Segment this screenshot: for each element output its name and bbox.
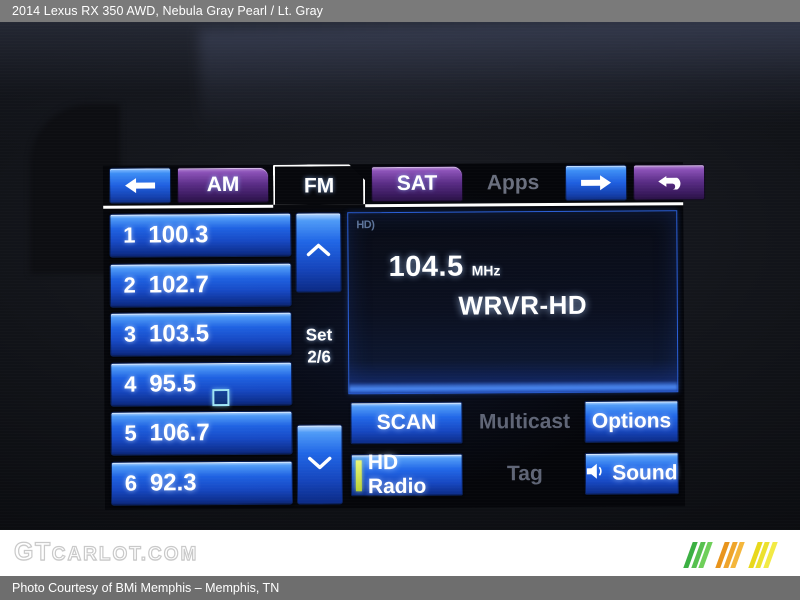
preset-button-2[interactable]: 2 102.7 [109, 262, 292, 308]
preset-number: 3 [123, 321, 137, 347]
preset-button-1[interactable]: 1 100.3 [109, 212, 292, 258]
logo-group-orange [715, 542, 753, 568]
preset-page-up-button[interactable] [295, 212, 342, 293]
scan-label: SCAN [376, 410, 437, 435]
return-arrow-icon [652, 173, 686, 191]
frequency-value: 104.5 [388, 250, 464, 284]
chevron-up-icon [305, 242, 331, 263]
set-value: 2/6 [307, 347, 331, 367]
source-tab-bar: AM FM SAT Apps [103, 162, 706, 209]
now-playing-display: HD) 104.5 MHz WRVR-HD [347, 210, 679, 395]
hd-radio-label: HD Radio [367, 450, 427, 499]
screenshot-root: 2014 Lexus RX 350 AWD, Nebula Gray Pearl… [0, 0, 800, 600]
control-button-grid: SCAN Multicast Options HD Radio Tag Soun… [348, 400, 679, 504]
tag-label: Tag [506, 462, 543, 486]
preset-page-down-button[interactable] [296, 424, 344, 505]
preset-list: 1 100.3 2 102.7 3 103.5 4 95.5 5 106.7 6… [109, 212, 294, 506]
preset-frequency: 106.7 [149, 419, 210, 447]
tab-underline-gap [273, 204, 366, 209]
speaker-icon [586, 462, 606, 486]
preset-frequency: 95.5 [149, 369, 197, 398]
watermark-gt: GT [13, 537, 52, 566]
preset-number: 1 [123, 222, 136, 248]
touch-cursor-indicator [212, 389, 230, 407]
multicast-label: Multicast [478, 409, 571, 434]
hd-radio-logo-icon: HD) [356, 219, 375, 232]
tab-am-label: AM [206, 172, 240, 197]
tab-fm[interactable]: FM [273, 164, 365, 207]
preset-set-indicator: Set 2/6 [296, 324, 342, 368]
options-button[interactable]: Options [584, 400, 679, 443]
watermark-band: GTCARLOT.COM [0, 530, 800, 576]
preset-page-controls: Set 2/6 [295, 212, 344, 505]
preset-number: 2 [123, 272, 136, 298]
arrow-left-icon [123, 176, 157, 194]
tab-am[interactable]: AM [176, 166, 270, 204]
logo-group-yellow [747, 542, 785, 568]
options-label: Options [591, 409, 672, 433]
preset-number: 6 [124, 470, 138, 496]
listing-title-bar: 2014 Lexus RX 350 AWD, Nebula Gray Pearl… [0, 0, 800, 22]
tab-fm-label: FM [303, 174, 335, 198]
preset-button-3[interactable]: 3 103.5 [109, 311, 293, 357]
radio-body: 1 100.3 2 102.7 3 103.5 4 95.5 5 106.7 6… [103, 208, 685, 508]
sound-button[interactable]: Sound [584, 452, 679, 495]
dashboard-highlight-secondary [198, 22, 800, 150]
logo-group-green [683, 542, 720, 568]
frequency-unit: MHz [471, 262, 501, 279]
frequency-readout: 104.5 MHz [388, 250, 500, 284]
arrow-right-icon [579, 174, 613, 192]
chevron-down-icon [307, 454, 333, 475]
site-watermark: GTCARLOT.COM [13, 537, 199, 567]
preset-frequency: 92.3 [149, 469, 197, 497]
photo-credit-bar: Photo Courtesy of BMi Memphis – Memphis,… [0, 576, 800, 600]
site-logo-icon [683, 542, 784, 568]
multicast-button[interactable]: Multicast [470, 401, 578, 444]
tab-sat[interactable]: SAT [370, 165, 464, 203]
tag-button[interactable]: Tag [471, 453, 579, 496]
hd-radio-active-indicator [355, 460, 362, 492]
tab-sat-label: SAT [396, 171, 438, 195]
preset-number: 5 [124, 420, 137, 447]
scan-button[interactable]: SCAN [350, 401, 463, 445]
preset-button-6[interactable]: 6 92.3 [110, 460, 294, 506]
tab-apps-label: Apps [486, 171, 540, 195]
preset-frequency: 100.3 [148, 221, 209, 249]
tab-previous-arrow[interactable] [108, 167, 172, 204]
watermark-rest: CARLOT.COM [51, 543, 199, 565]
tab-apps[interactable]: Apps [467, 165, 559, 202]
preset-frequency: 102.7 [148, 270, 209, 299]
tab-next-arrow[interactable] [564, 164, 628, 201]
preset-number: 4 [124, 371, 137, 397]
display-bottom-glow [349, 381, 678, 394]
preset-button-4[interactable]: 4 95.5 [110, 361, 293, 407]
preset-button-5[interactable]: 5 106.7 [110, 410, 293, 457]
station-name: WRVR-HD [458, 289, 588, 321]
hd-radio-button[interactable]: HD Radio [350, 450, 463, 499]
set-label: Set [305, 325, 333, 345]
tab-return[interactable] [632, 164, 706, 201]
vehicle-photo: AM FM SAT Apps 1 100.3 2 102.7 3 103.5 4… [0, 22, 800, 530]
preset-frequency: 103.5 [148, 320, 210, 348]
head-unit-screen: AM FM SAT Apps 1 100.3 2 102.7 3 103.5 4… [94, 154, 706, 518]
sound-label: Sound [612, 461, 678, 485]
